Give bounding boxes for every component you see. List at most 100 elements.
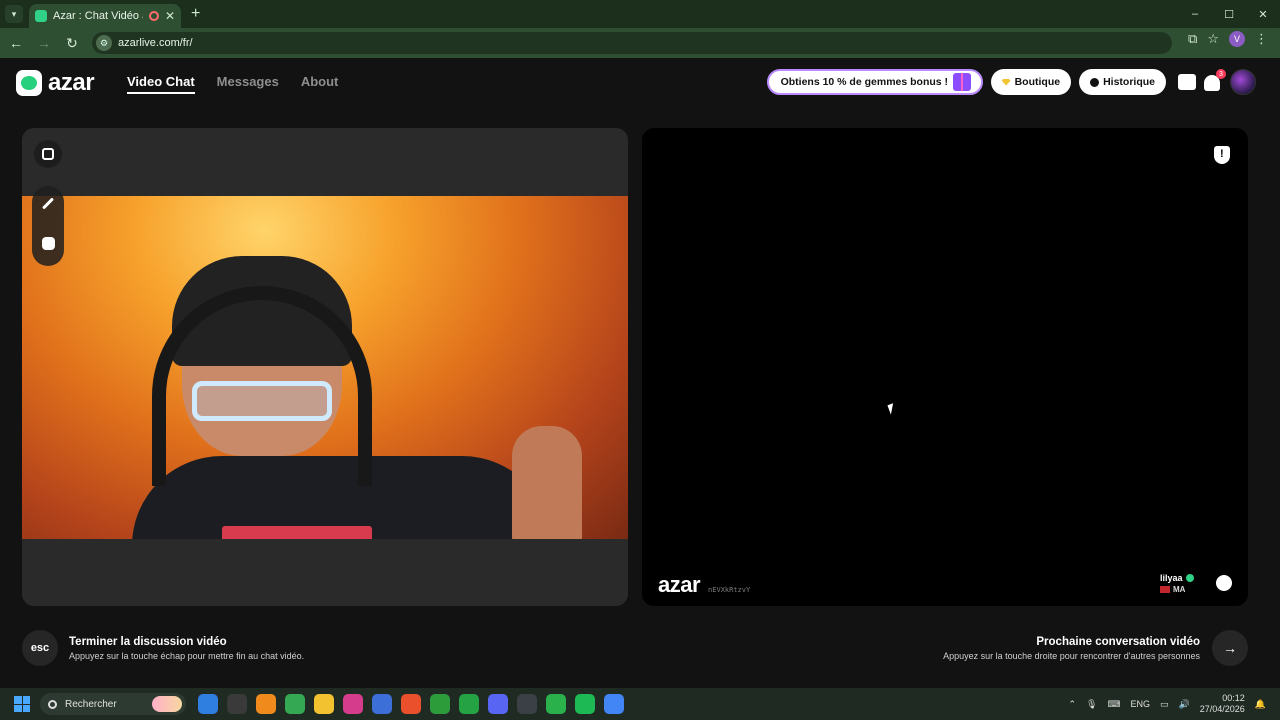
store-app-icon[interactable]	[372, 694, 392, 714]
header-actions: Obtiens 10 % de gemmes bonus ! Boutique …	[766, 69, 1256, 95]
user-avatar[interactable]	[1230, 69, 1256, 95]
azar-logo[interactable]: azar	[16, 69, 95, 97]
address-bar-actions: ⧉ ☆ V ⋮	[1188, 31, 1268, 47]
chat-bubble-icon[interactable]	[1216, 575, 1232, 591]
clock-icon	[1090, 77, 1100, 87]
partner-video-panel: azar nEVXkRtzvY lilyaa MA	[642, 128, 1248, 606]
expand-button[interactable]	[34, 140, 62, 168]
azar-app: azar Video Chat Messages About Obtiens 1…	[0, 58, 1280, 688]
keyboard-icon[interactable]: ⌨	[1107, 699, 1120, 710]
boutique-button[interactable]: Boutique	[990, 69, 1072, 95]
partner-info[interactable]: lilyaa MA	[1160, 573, 1194, 594]
chrome-app-icon[interactable]	[285, 694, 305, 714]
video-watermark: azar nEVXkRtzvY	[658, 572, 750, 598]
menu-dots-icon[interactable]: ⋮	[1255, 31, 1268, 47]
browser-tab-bar: ▾ Azar : Chat Vidéo avec de n ✕ + – ☐ ✕	[0, 0, 1280, 28]
media-app-icon[interactable]	[546, 694, 566, 714]
system-tray: ⌃ 🎙 ⌨ ENG ▭ 🔊 00:12 27/04/2026 🔔	[1069, 688, 1267, 720]
discord-app-icon[interactable]	[488, 694, 508, 714]
whatsapp-app-icon[interactable]	[459, 694, 479, 714]
spotify-app-icon[interactable]	[575, 694, 595, 714]
chrome-profile-app-icon[interactable]	[604, 694, 624, 714]
profile-avatar[interactable]: V	[1229, 31, 1245, 47]
site-info-icon[interactable]: ⚙	[96, 35, 112, 51]
end-chat-shortcut: esc Terminer la discussion vidéo Appuyez…	[22, 630, 304, 666]
notifications-tray-icon[interactable]: 🔔	[1255, 699, 1266, 710]
partner-country-text: MA	[1173, 585, 1186, 594]
mail-app-icon[interactable]	[227, 694, 247, 714]
clock-date: 27/04/2026	[1199, 704, 1245, 714]
forward-arrow-icon[interactable]: →	[32, 31, 56, 55]
volume-icon[interactable]: 🔊	[1179, 699, 1190, 710]
nav-about[interactable]: About	[301, 74, 339, 94]
self-person-image	[132, 226, 582, 539]
windows-taskbar: Rechercher ⌃ 🎙 ⌨ ENG ▭ 🔊 00:12 27/04/202…	[0, 688, 1280, 720]
nav-video-chat[interactable]: Video Chat	[127, 74, 195, 94]
chevron-up-icon[interactable]: ⌃	[1069, 699, 1077, 710]
camera-tools	[32, 186, 64, 266]
xbox-app-icon[interactable]	[430, 694, 450, 714]
tab-search-button[interactable]: ▾	[5, 5, 23, 23]
instagram-app-icon[interactable]	[343, 694, 363, 714]
install-app-icon[interactable]: ⧉	[1188, 31, 1197, 47]
azar-favicon-icon	[35, 10, 47, 22]
maximize-button[interactable]: ☐	[1212, 0, 1246, 28]
vlc-app-icon[interactable]	[256, 694, 276, 714]
report-shield-icon[interactable]	[1214, 146, 1230, 164]
url-input[interactable]: ⚙ azarlive.com/fr/	[92, 32, 1172, 54]
magic-wand-icon[interactable]	[41, 197, 55, 210]
search-highlight-icon	[152, 696, 182, 712]
window-controls: – ☐ ✕	[1178, 0, 1280, 28]
historique-label: Historique	[1103, 76, 1155, 88]
historique-button[interactable]: Historique	[1079, 69, 1166, 95]
minimize-button[interactable]: –	[1178, 0, 1212, 28]
steam-app-icon[interactable]	[517, 694, 537, 714]
windows-start-icon[interactable]	[14, 696, 30, 712]
back-arrow-icon[interactable]: ←	[4, 31, 28, 55]
watermark-code: nEVXkRtzvY	[708, 586, 751, 594]
verified-icon	[1185, 574, 1194, 582]
gems-promo-button[interactable]: Obtiens 10 % de gemmes bonus !	[766, 69, 983, 95]
end-chat-subtitle: Appuyez sur la touche échap pour mettre …	[69, 650, 305, 661]
expand-icon	[42, 148, 54, 160]
notifications-button[interactable]: 3	[1204, 69, 1226, 91]
end-chat-title: Terminer la discussion vidéo	[69, 635, 227, 648]
new-tab-button[interactable]: +	[191, 5, 200, 23]
tab-title: Azar : Chat Vidéo avec de n	[53, 10, 143, 22]
taskbar-search[interactable]: Rechercher	[40, 693, 186, 715]
watermark-logo: azar	[658, 572, 701, 597]
flag-icon	[1160, 586, 1170, 593]
search-icon	[48, 699, 57, 709]
taskbar-clock[interactable]: 00:12 27/04/2026	[1200, 693, 1245, 715]
reload-icon[interactable]: ↻	[60, 31, 84, 55]
close-tab-icon[interactable]: ✕	[165, 9, 175, 23]
close-window-button[interactable]: ✕	[1246, 0, 1280, 28]
partner-name: lilyaa	[1160, 573, 1194, 583]
esc-button[interactable]: esc	[22, 630, 58, 666]
next-arrow-button[interactable]: →	[1212, 630, 1248, 666]
security-app-icon[interactable]	[198, 694, 218, 714]
partner-country: MA	[1160, 585, 1194, 594]
gem-icon	[1001, 78, 1011, 86]
main-nav: Video Chat Messages About	[127, 74, 338, 94]
nav-messages[interactable]: Messages	[217, 74, 279, 94]
brave-app-icon[interactable]	[401, 694, 421, 714]
file-explorer-app-icon[interactable]	[314, 694, 334, 714]
url-text: azarlive.com/fr/	[118, 37, 193, 49]
browser-tab-azar[interactable]: Azar : Chat Vidéo avec de n ✕	[29, 4, 181, 28]
language-indicator[interactable]: ENG	[1130, 699, 1150, 709]
notification-badge: 3	[1216, 69, 1226, 79]
clock-time: 00:12	[1222, 693, 1245, 703]
taskbar-apps	[198, 694, 624, 714]
bookmark-star-icon[interactable]: ☆	[1207, 31, 1219, 47]
partner-name-text: lilyaa	[1160, 573, 1183, 583]
chevron-down-icon: ▾	[11, 8, 17, 19]
browser-address-bar: ← → ↻ ⚙ azarlive.com/fr/ ⧉ ☆ V ⋮	[0, 28, 1280, 58]
network-icon[interactable]: ▭	[1160, 699, 1169, 710]
sticker-smile-icon[interactable]	[41, 237, 55, 250]
azar-logo-text: azar	[48, 69, 95, 96]
inbox-icon[interactable]	[1178, 74, 1196, 90]
microphone-icon[interactable]: 🎙	[1086, 699, 1097, 710]
gift-icon	[952, 73, 971, 91]
promo-label: Obtiens 10 % de gemmes bonus !	[780, 76, 949, 88]
